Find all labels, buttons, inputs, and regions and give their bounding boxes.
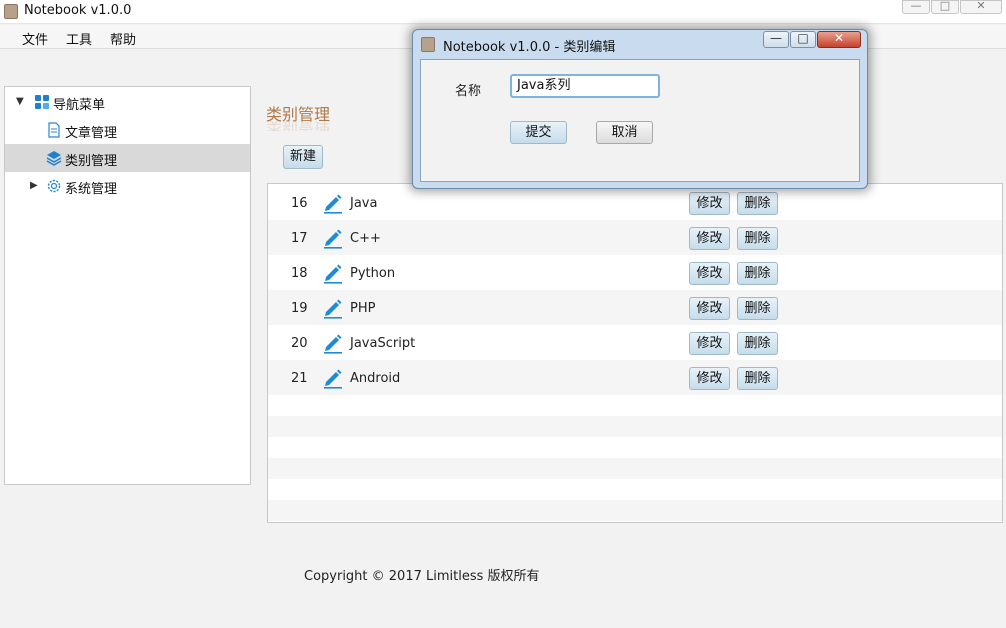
close-icon: ✕ [976,0,986,12]
empty-table-row [268,437,1002,458]
edit-button[interactable]: 修改 [689,332,730,355]
window-controls: — □ ✕ [901,0,1002,14]
dialog-maximize-button[interactable]: □ [790,31,816,48]
category-id: 16 [291,196,308,211]
category-id: 19 [291,301,308,316]
empty-table-row [268,458,1002,479]
document-icon [48,122,60,138]
edit-button[interactable]: 修改 [689,297,730,320]
delete-button[interactable]: 删除 [737,297,778,320]
sidebar-item-label: 系统管理 [65,182,118,197]
table-row[interactable]: 20 JavaScript 修改 删除 [268,325,1002,360]
navigation-tree: ▼ 导航菜单 文章管理 类别管理 ▶ 系统管理 [4,86,251,485]
menu-help[interactable]: 帮助 [110,29,136,48]
pencil-icon[interactable] [322,192,344,214]
dialog-title: Notebook v1.0.0 - 类别编辑 [443,40,616,55]
grid-icon [35,95,49,109]
dialog-minimize-button[interactable]: — [763,31,789,48]
minimize-icon: — [770,31,782,45]
empty-table-row [268,416,1002,437]
layers-icon [46,151,62,166]
close-icon: ✕ [833,31,845,45]
maximize-button[interactable]: □ [931,0,959,14]
empty-table-row [268,479,1002,500]
category-name: C++ [350,231,381,246]
edit-button[interactable]: 修改 [689,262,730,285]
sidebar-item-categories[interactable]: 类别管理 [5,144,250,172]
sidebar-item-system[interactable]: ▶ 系统管理 [5,172,250,200]
category-table: 16 Java 修改 删除 17 C++ 修改 删除 18 Python 修改 删除 19 PHP 修改 删除… [267,183,1003,523]
dialog-window-controls: — □ ✕ [762,31,861,48]
sidebar-item-label: 类别管理 [65,154,118,169]
dialog-body: 名称 Java系列 提交 取消 [420,59,860,182]
maximize-icon: □ [797,31,809,45]
category-name: Android [350,371,401,386]
category-id: 21 [291,371,308,386]
table-row[interactable]: 21 Android 修改 删除 [268,360,1002,395]
category-id: 17 [291,231,308,246]
close-button[interactable]: ✕ [960,0,1002,14]
delete-button[interactable]: 删除 [737,367,778,390]
category-name: Python [350,266,396,281]
window-title: Notebook v1.0.0 [24,3,132,18]
delete-button[interactable]: 删除 [737,262,778,285]
collapse-arrow-icon[interactable]: ▶ [30,180,38,191]
menu-tools[interactable]: 工具 [66,29,92,48]
edit-button[interactable]: 修改 [689,192,730,215]
delete-button[interactable]: 删除 [737,192,778,215]
new-category-button[interactable]: 新建 [283,145,323,169]
menu-file[interactable]: 文件 [22,29,48,48]
pencil-icon[interactable] [322,262,344,284]
notebook-app-icon [4,4,18,19]
window-titlebar: Notebook v1.0.0 — □ ✕ [0,0,1006,24]
table-row[interactable]: 17 C++ 修改 删除 [268,220,1002,255]
edit-button[interactable]: 修改 [689,367,730,390]
table-row[interactable]: 16 Java 修改 删除 [268,185,1002,220]
pencil-icon[interactable] [322,367,344,389]
gear-icon [47,179,61,193]
edit-button[interactable]: 修改 [689,227,730,250]
expand-arrow-icon[interactable]: ▼ [16,96,24,107]
sidebar-item-articles[interactable]: 文章管理 [5,116,250,144]
pencil-icon[interactable] [322,297,344,319]
footer-copyright: Copyright © 2017 Limitless 版权所有 [304,569,540,584]
delete-button[interactable]: 删除 [737,227,778,250]
category-name: Java [350,196,378,211]
table-row[interactable]: 19 PHP 修改 删除 [268,290,1002,325]
submit-button[interactable]: 提交 [510,121,567,144]
minimize-icon: — [910,0,922,12]
table-row[interactable]: 18 Python 修改 删除 [268,255,1002,290]
category-id: 18 [291,266,308,281]
tree-root-label: 导航菜单 [53,98,106,113]
dialog-close-button[interactable]: ✕ [817,31,861,48]
minimize-button[interactable]: — [902,0,930,14]
page-title-reflection: 类别管理 [266,121,331,131]
empty-table-row [268,500,1002,521]
maximize-icon: □ [939,0,951,12]
pencil-icon[interactable] [322,227,344,249]
delete-button[interactable]: 删除 [737,332,778,355]
notebook-app-icon [421,37,435,52]
category-edit-dialog: Notebook v1.0.0 - 类别编辑 — □ ✕ 名称 Java系列 提… [412,29,868,189]
name-input[interactable]: Java系列 [510,74,660,98]
category-name: PHP [350,301,376,316]
category-name: JavaScript [350,336,416,351]
tree-root-nav-menu[interactable]: ▼ 导航菜单 [5,88,250,116]
sidebar-item-label: 文章管理 [65,126,118,141]
empty-table-row [268,395,1002,416]
cancel-button[interactable]: 取消 [596,121,653,144]
category-id: 20 [291,336,308,351]
name-label: 名称 [455,84,482,99]
pencil-icon[interactable] [322,332,344,354]
